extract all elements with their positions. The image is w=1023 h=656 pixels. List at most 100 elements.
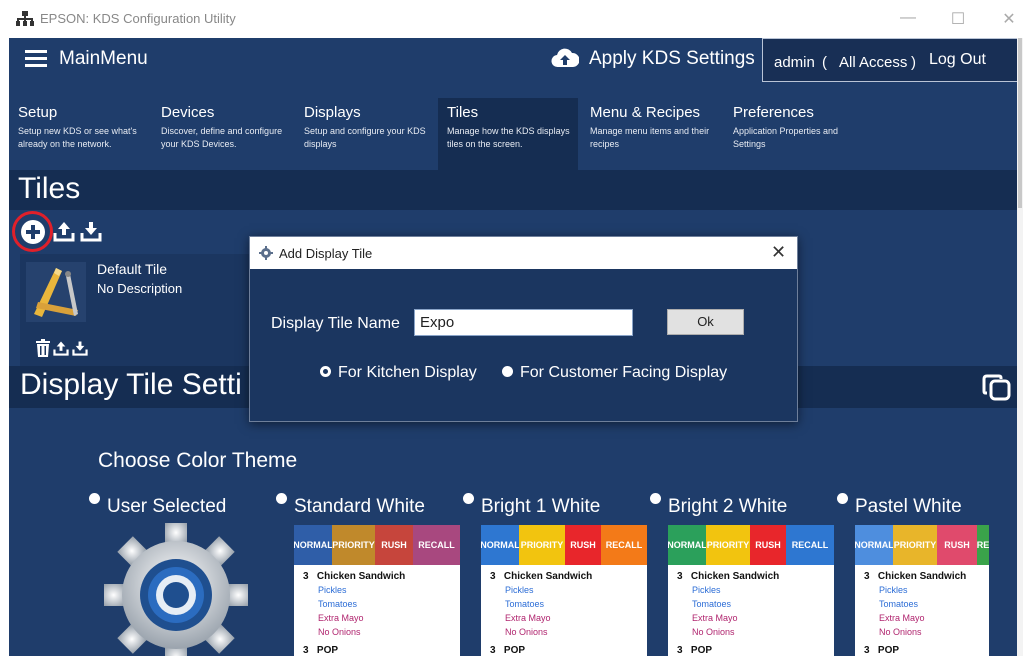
display-tile-settings-heading: Display Tile Setti <box>20 368 242 401</box>
dialog-title-bar: Add Display Tile ✕ <box>250 237 797 269</box>
order-qty: 3 <box>303 571 309 582</box>
modifier: Pickles <box>505 585 534 595</box>
paren-open: ( <box>822 54 827 71</box>
order-item-name: Chicken Sandwich <box>690 571 780 582</box>
tiles-heading: Tiles <box>18 172 81 205</box>
order-qty-2: 3 <box>677 645 683 656</box>
theme-label: User Selected <box>107 496 227 517</box>
status-rush: RUSH <box>565 525 601 565</box>
tab-devices-desc: Discover, define and configure your KDS … <box>161 126 283 149</box>
status-normal: NORMAL <box>294 525 332 565</box>
maximize-button[interactable]: ☐ <box>946 9 970 29</box>
radio-dot <box>276 493 287 504</box>
order-qty-2: 3 <box>864 645 870 656</box>
modifier: No Onions <box>318 627 361 637</box>
tab-menu-recipes[interactable]: Menu & Recipes Manage menu items and the… <box>581 98 721 170</box>
status-bar: NORMAL PRIORITY RUSH RE <box>855 525 989 565</box>
status-priority: PRIORITY <box>893 525 937 565</box>
network-icon <box>16 11 34 26</box>
status-rush: RUSH <box>937 525 977 565</box>
modifier: Extra Mayo <box>505 613 551 623</box>
access-level: All Access <box>839 54 908 71</box>
tab-preferences[interactable]: Preferences Application Properties and S… <box>724 98 864 170</box>
tab-setup[interactable]: Setup Setup new KDS or see what's alread… <box>9 98 149 170</box>
choose-color-theme-label: Choose Color Theme <box>98 449 298 472</box>
status-bar: NORMAL PRIORITY RUSH RECALL <box>481 525 647 565</box>
tab-devices[interactable]: Devices Discover, define and configure y… <box>152 98 292 170</box>
tab-displays-name: Displays <box>304 104 361 121</box>
tab-preferences-name: Preferences <box>733 104 814 121</box>
ok-button[interactable]: Ok <box>667 309 744 335</box>
theme-preview-pastel-white[interactable]: NORMAL PRIORITY RUSH RE 3 Chicken Sandwi… <box>855 525 989 656</box>
tile-upload-icon[interactable] <box>53 340 69 356</box>
minimize-button[interactable]: — <box>896 9 920 27</box>
status-recall: RECALL <box>601 525 647 565</box>
order-item-line: 3 Chicken Sandwich <box>490 571 592 582</box>
status-priority: PRIORITY <box>519 525 565 565</box>
upload-icon[interactable] <box>53 220 75 242</box>
status-bar: NORMAL PRIORITY RUSH RECALL <box>294 525 460 565</box>
theme-label: Bright 2 White <box>668 496 788 517</box>
modifier: Tomatoes <box>318 599 358 609</box>
status-recall: RE <box>977 525 989 565</box>
radio-dot <box>837 493 848 504</box>
modifier: Tomatoes <box>879 599 919 609</box>
tile-description: No Description <box>97 281 183 296</box>
tab-tiles-name: Tiles <box>447 104 479 121</box>
dialog-close-button[interactable]: ✕ <box>771 242 786 263</box>
modifier: No Onions <box>879 627 922 637</box>
order-qty: 3 <box>677 571 683 582</box>
add-display-tile-dialog: Add Display Tile ✕ Display Tile Name Ok … <box>249 236 798 422</box>
status-recall: RECALL <box>413 525 460 565</box>
order-item-line-2: 3 POP <box>864 645 899 656</box>
window-title-bar: EPSON: KDS Configuration Utility — ☐ ✕ <box>0 0 1023 38</box>
theme-preview-bright-1-white[interactable]: NORMAL PRIORITY RUSH RECALL 3 Chicken Sa… <box>481 525 647 656</box>
modifier: Pickles <box>692 585 721 595</box>
theme-preview-standard-white[interactable]: NORMAL PRIORITY RUSH RECALL 3 Chicken Sa… <box>294 525 460 656</box>
tab-displays[interactable]: Displays Setup and configure your KDS di… <box>295 98 435 170</box>
order-item-name: Chicken Sandwich <box>877 571 967 582</box>
vertical-scrollbar[interactable] <box>1017 38 1023 656</box>
status-bar: NORMAL PRIORITY RUSH RECALL <box>668 525 834 565</box>
user-box: admin ( All Access ) Log Out <box>762 38 1017 82</box>
order-qty-2: 3 <box>303 645 309 656</box>
trash-icon[interactable] <box>36 339 50 357</box>
radio-dot <box>650 493 661 504</box>
order-item-line: 3 Chicken Sandwich <box>864 571 966 582</box>
tab-setup-desc: Setup new KDS or see what's already on t… <box>18 126 137 149</box>
modifier: Extra Mayo <box>318 613 364 623</box>
order-item-line-2: 3 POP <box>303 645 338 656</box>
close-window-button[interactable]: ✕ <box>997 9 1021 29</box>
modifier: No Onions <box>505 627 548 637</box>
tile-download-icon[interactable] <box>72 340 88 356</box>
user-name: admin <box>774 54 815 71</box>
radio-dot-selected <box>320 366 331 377</box>
scrollbar-thumb[interactable] <box>1018 38 1022 208</box>
customer-facing-display-label: For Customer Facing Display <box>520 364 728 381</box>
add-tile-icon[interactable] <box>21 220 45 244</box>
theme-preview-bright-2-white[interactable]: NORMAL PRIORITY RUSH RECALL 3 Chicken Sa… <box>668 525 834 656</box>
order-item-line: 3 Chicken Sandwich <box>303 571 405 582</box>
logout-link[interactable]: Log Out <box>929 51 986 69</box>
modifier: Tomatoes <box>692 599 732 609</box>
order-item-name: Chicken Sandwich <box>503 571 593 582</box>
main-menu-label[interactable]: MainMenu <box>59 48 148 70</box>
order-item-name-2: POP <box>503 645 526 656</box>
order-item-line: 3 Chicken Sandwich <box>677 571 779 582</box>
order-qty: 3 <box>864 571 870 582</box>
design-tools-icon <box>26 262 86 322</box>
theme-label: Bright 1 White <box>481 496 601 517</box>
display-tile-name-label: Display Tile Name <box>271 315 400 332</box>
display-tile-name-input[interactable] <box>414 309 633 336</box>
cloud-upload-icon <box>551 48 579 68</box>
tab-tiles[interactable]: Tiles Manage how the KDS displays tiles … <box>438 98 578 170</box>
hamburger-menu-icon[interactable] <box>25 50 47 68</box>
status-normal: NORMAL <box>481 525 519 565</box>
dialog-title: Add Display Tile <box>279 246 373 261</box>
modifier: No Onions <box>692 627 735 637</box>
tab-menu-recipes-desc: Manage menu items and their recipes <box>590 126 710 149</box>
status-rush: RUSH <box>375 525 413 565</box>
download-icon[interactable] <box>80 220 102 242</box>
copy-icon[interactable] <box>982 374 1012 402</box>
order-item-name-2: POP <box>316 645 339 656</box>
